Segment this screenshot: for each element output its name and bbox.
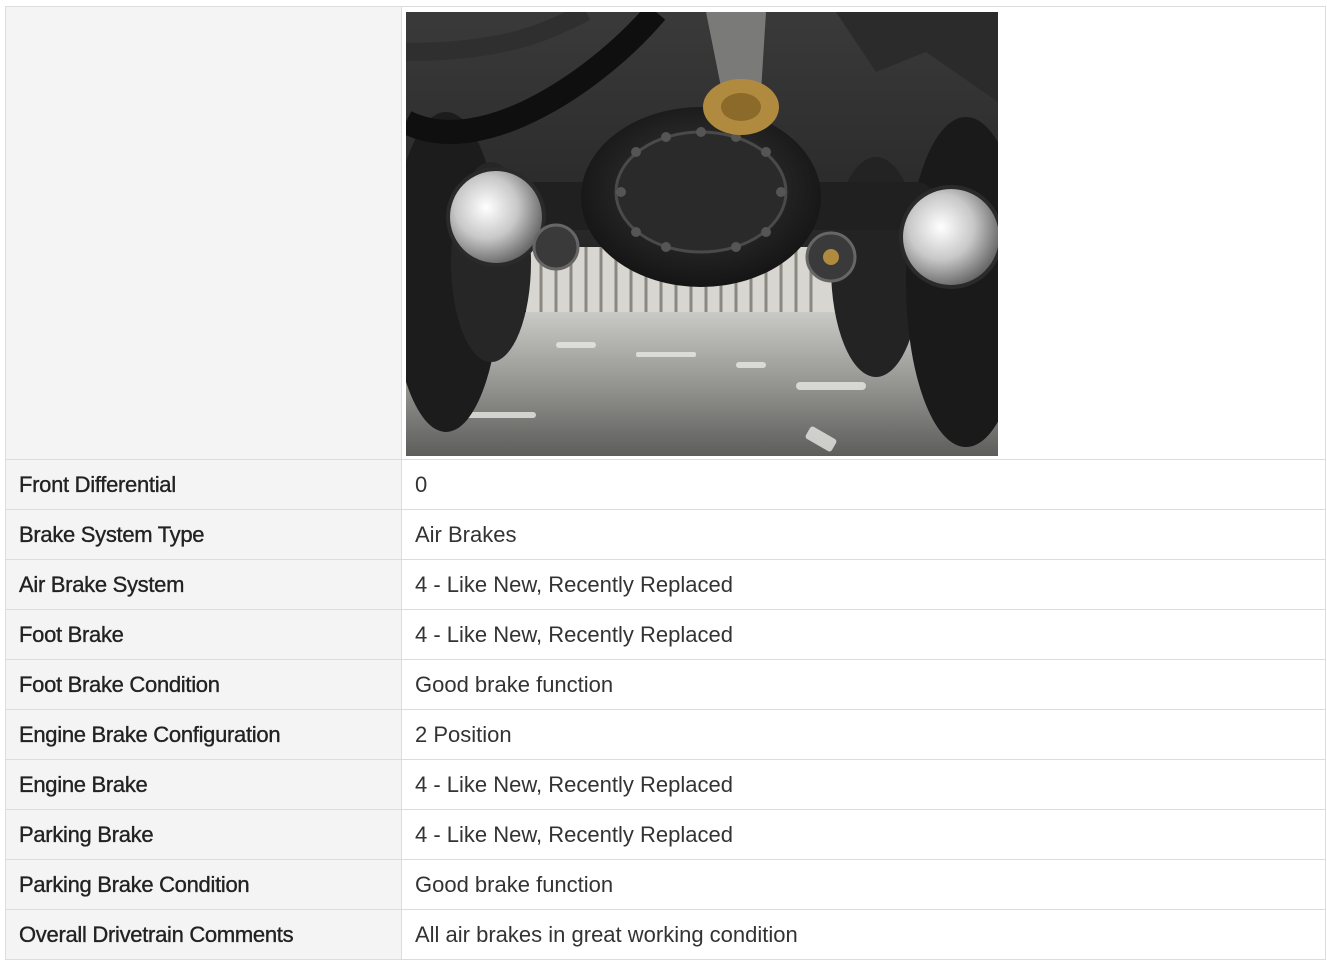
row-label: Parking Brake Condition bbox=[5, 859, 402, 910]
row-label: Brake System Type bbox=[5, 509, 402, 560]
row-label: Overall Drivetrain Comments bbox=[5, 909, 402, 960]
table-row: Foot Brake 4 - Like New, Recently Replac… bbox=[5, 609, 1326, 660]
photo-label-cell bbox=[5, 6, 402, 460]
table-row: Brake System Type Air Brakes bbox=[5, 509, 1326, 560]
row-label: Engine Brake bbox=[5, 759, 402, 810]
table-row: Foot Brake Condition Good brake function bbox=[5, 659, 1326, 710]
undercarriage-photo[interactable] bbox=[406, 12, 998, 456]
row-value: All air brakes in great working conditio… bbox=[401, 909, 1326, 960]
vehicle-spec-table: Front Differential 0 Brake System Type A… bbox=[5, 6, 1326, 960]
row-label: Air Brake System bbox=[5, 559, 402, 610]
row-label: Engine Brake Configuration bbox=[5, 709, 402, 760]
table-row: Engine Brake Configuration 2 Position bbox=[5, 709, 1326, 760]
row-value: 4 - Like New, Recently Replaced bbox=[401, 609, 1326, 660]
row-value: 4 - Like New, Recently Replaced bbox=[401, 809, 1326, 860]
row-value: 4 - Like New, Recently Replaced bbox=[401, 759, 1326, 810]
photo-row bbox=[5, 6, 1326, 460]
table-row: Overall Drivetrain Comments All air brak… bbox=[5, 909, 1326, 960]
row-label: Foot Brake bbox=[5, 609, 402, 660]
row-value: 0 bbox=[401, 459, 1326, 510]
table-row: Parking Brake Condition Good brake funct… bbox=[5, 859, 1326, 910]
row-label: Foot Brake Condition bbox=[5, 659, 402, 710]
row-value: Good brake function bbox=[401, 659, 1326, 710]
table-row: Air Brake System 4 - Like New, Recently … bbox=[5, 559, 1326, 610]
photo-cell bbox=[401, 6, 1326, 460]
row-value: Good brake function bbox=[401, 859, 1326, 910]
table-row: Front Differential 0 bbox=[5, 459, 1326, 510]
row-label: Parking Brake bbox=[5, 809, 402, 860]
row-label: Front Differential bbox=[5, 459, 402, 510]
row-value: 2 Position bbox=[401, 709, 1326, 760]
table-row: Parking Brake 4 - Like New, Recently Rep… bbox=[5, 809, 1326, 860]
table-row: Engine Brake 4 - Like New, Recently Repl… bbox=[5, 759, 1326, 810]
row-value: Air Brakes bbox=[401, 509, 1326, 560]
row-value: 4 - Like New, Recently Replaced bbox=[401, 559, 1326, 610]
